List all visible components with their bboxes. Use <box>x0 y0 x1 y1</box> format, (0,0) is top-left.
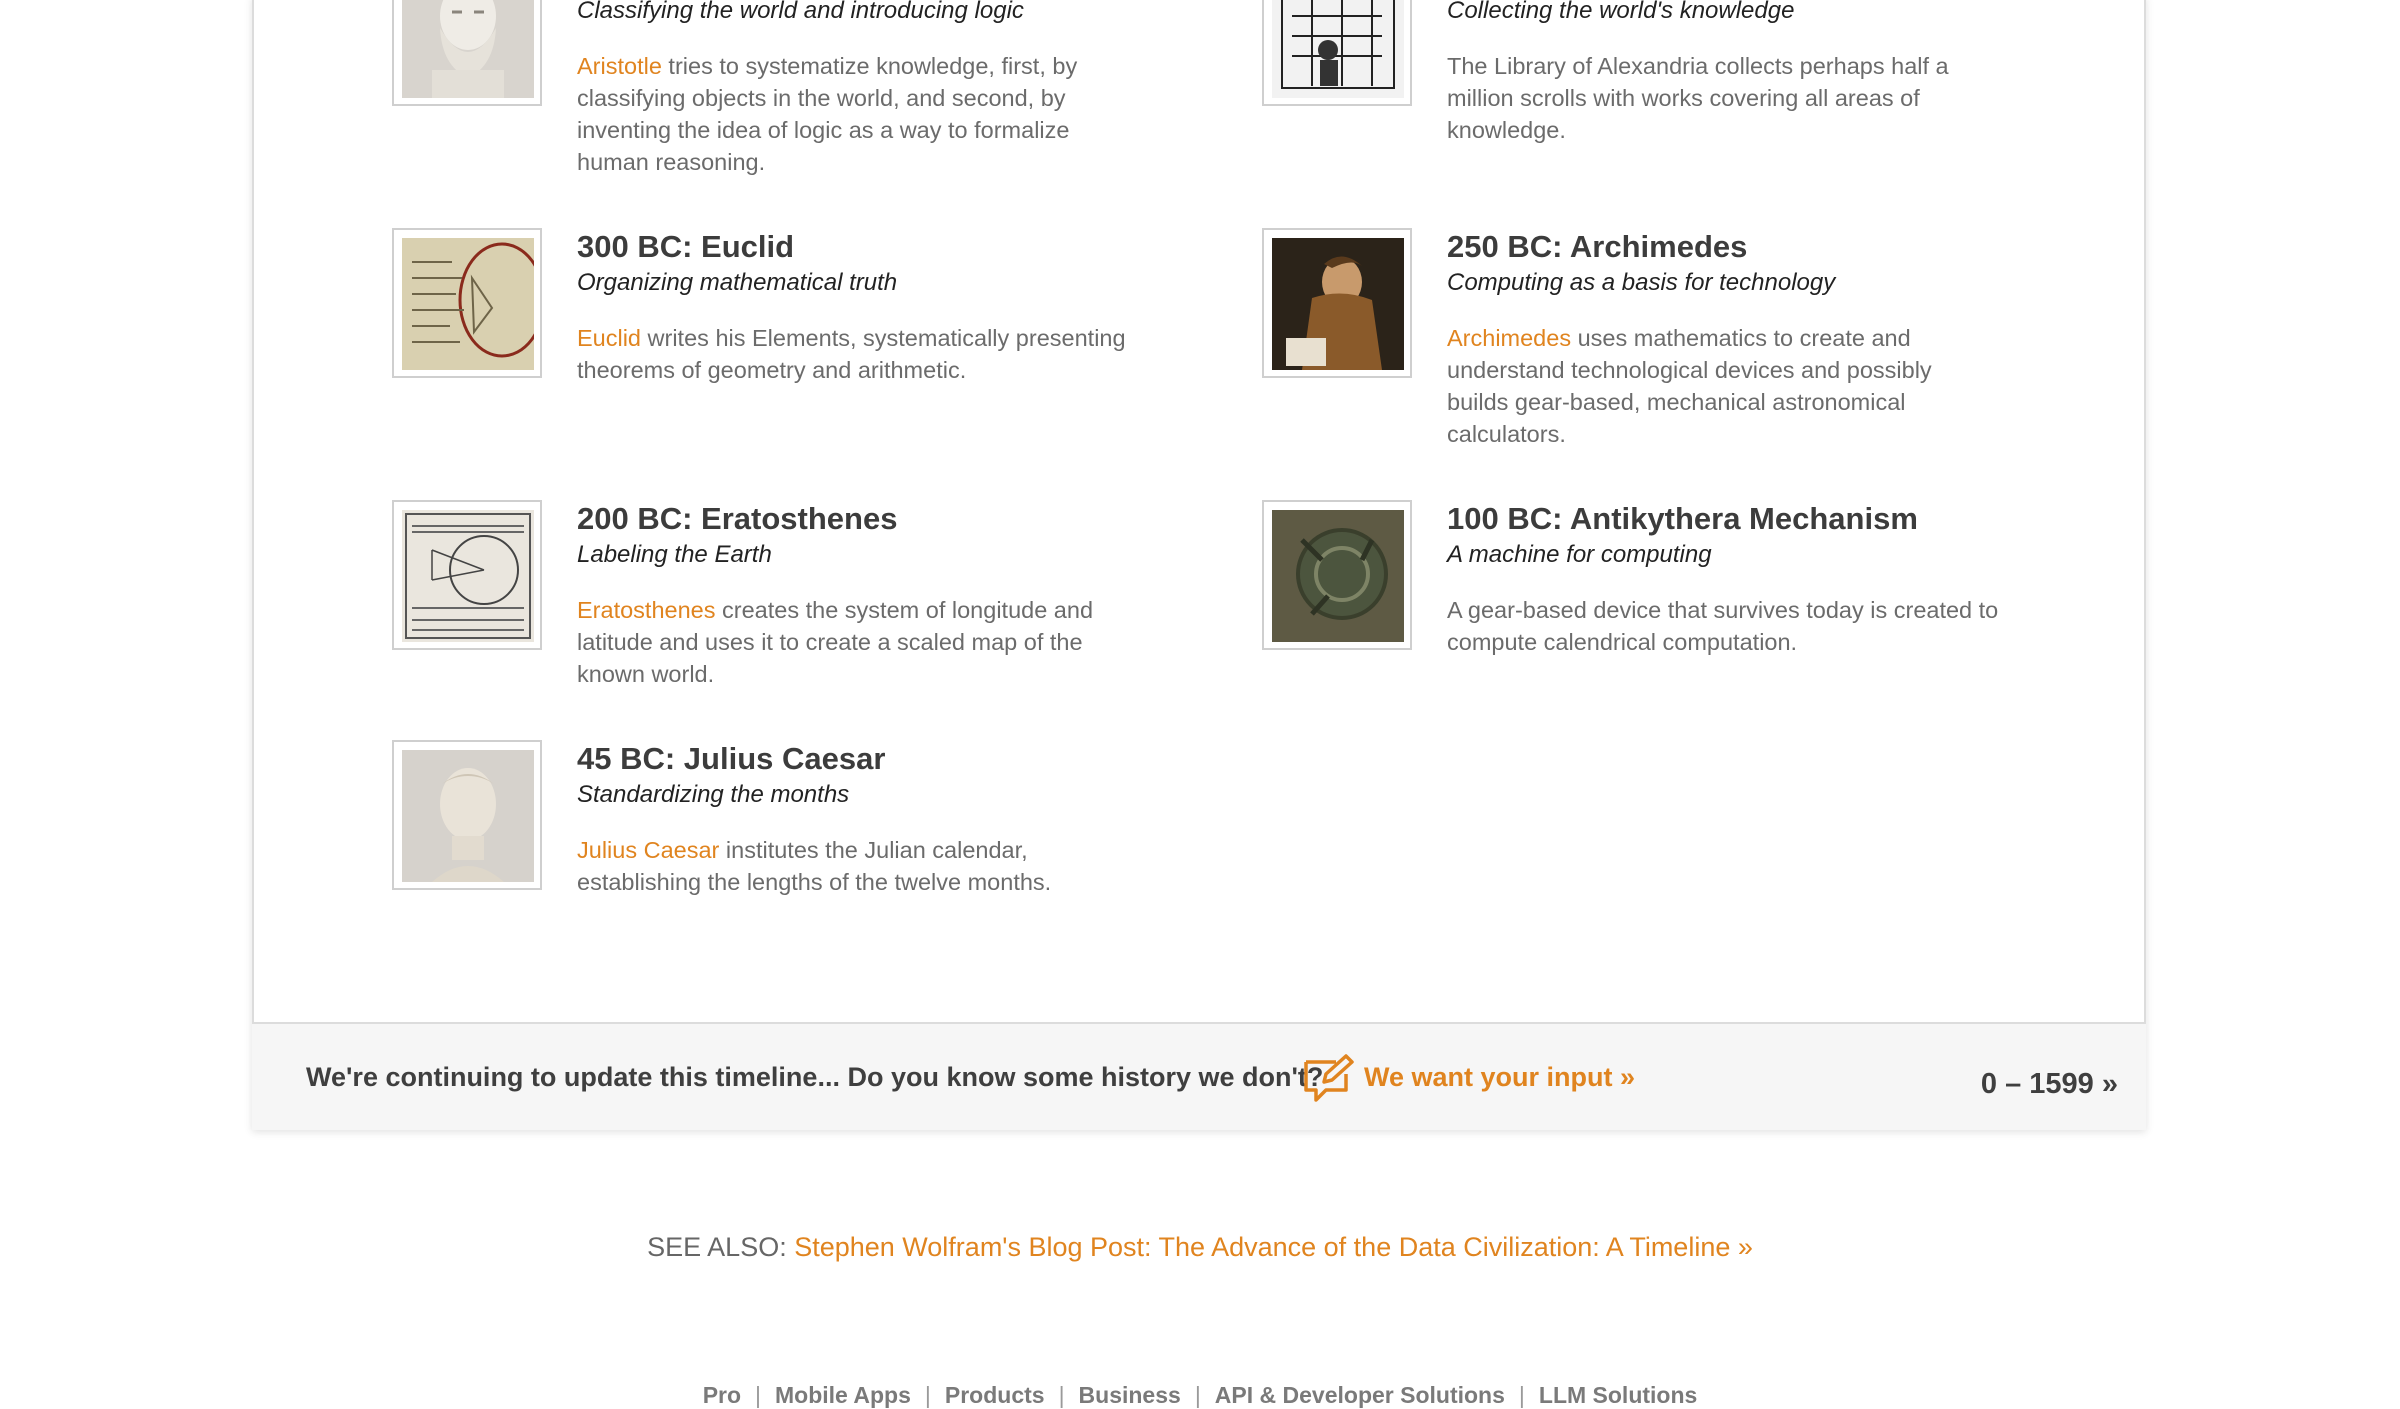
entry-title: 100 BC: Antikythera Mechanism <box>1447 501 1918 536</box>
antikythera-image[interactable] <box>1262 500 1412 650</box>
entry-description: The Library of Alexandria collects perha… <box>1447 53 1949 143</box>
next-range-link[interactable]: 0 – 1599 » <box>1981 1068 2118 1101</box>
entry-title: 200 BC: Eratosthenes <box>577 501 898 536</box>
update-footer: We're continuing to update this timeline… <box>252 1022 2146 1130</box>
entry-link[interactable]: Eratosthenes <box>577 597 715 623</box>
entry-subtitle: Standardizing the months <box>577 781 850 808</box>
nav-item-products[interactable]: Products <box>945 1382 1045 1408</box>
aristotle-image[interactable] <box>392 0 542 106</box>
see-also-link[interactable]: Stephen Wolfram's Blog Post: The Advance… <box>794 1232 1753 1262</box>
nav-separator: | <box>1058 1382 1065 1408</box>
timeline-card: Classifying the world and introducing lo… <box>252 0 2146 1130</box>
eratosthenes-image[interactable] <box>392 500 542 650</box>
edit-comment-icon[interactable] <box>1302 1054 1354 1102</box>
entry-description: Eratosthenes creates the system of longi… <box>577 597 1094 687</box>
entry-description: A gear-based device that survives today … <box>1447 597 1999 655</box>
nav-item-mobile-apps[interactable]: Mobile Apps <box>775 1382 911 1408</box>
entry-subtitle: Classifying the world and introducing lo… <box>577 0 1024 24</box>
entry-link[interactable]: Archimedes <box>1447 325 1571 351</box>
entry-title: 45 BC: Julius Caesar <box>577 741 886 776</box>
nav-separator: | <box>924 1382 931 1408</box>
nav-separator: | <box>1194 1382 1201 1408</box>
entry-description: Archimedes uses mathematics to create an… <box>1447 325 1932 447</box>
entry-subtitle: Organizing mathematical truth <box>577 269 898 296</box>
bottom-nav: Pro | Mobile Apps | Products | Business | API & … <box>0 1382 2400 1409</box>
see-also-label: SEE ALSO: <box>647 1232 795 1262</box>
entry-description: Euclid writes his Elements, systematical… <box>577 325 1126 383</box>
entry-subtitle: Collecting the world's knowledge <box>1447 0 1795 24</box>
nav-item-business[interactable]: Business <box>1079 1382 1181 1408</box>
library-image[interactable] <box>1262 0 1412 106</box>
nav-separator: | <box>755 1382 762 1408</box>
nav-item-llm[interactable]: LLM Solutions <box>1539 1382 1697 1408</box>
nav-separator: | <box>1518 1382 1525 1408</box>
see-also: SEE ALSO: Stephen Wolfram's Blog Post: T… <box>0 1232 2400 1263</box>
entry-subtitle: A machine for computing <box>1447 541 1712 568</box>
entry-title: 250 BC: Archimedes <box>1447 229 1748 264</box>
entry-subtitle: Labeling the Earth <box>577 541 772 568</box>
footer-prompt: We're continuing to update this timeline… <box>306 1062 1324 1092</box>
nav-item-pro[interactable]: Pro <box>703 1382 741 1408</box>
entry-subtitle: Computing as a basis for technology <box>1447 269 1836 296</box>
entry-title: 300 BC: Euclid <box>577 229 795 264</box>
entry-link[interactable]: Julius Caesar <box>577 837 719 863</box>
entry-description: Julius Caesar institutes the Julian cale… <box>577 837 1052 895</box>
entry-description: Aristotle tries to systematize knowledge… <box>577 53 1078 175</box>
entry-link[interactable]: Euclid <box>577 325 641 351</box>
input-link[interactable]: We want your input » <box>1364 1062 1635 1093</box>
nav-item-api[interactable]: API & Developer Solutions <box>1215 1382 1505 1408</box>
euclid-image[interactable] <box>392 228 542 378</box>
caesar-image[interactable] <box>392 740 542 890</box>
archimedes-image[interactable] <box>1262 228 1412 378</box>
entry-link[interactable]: Aristotle <box>577 53 662 79</box>
